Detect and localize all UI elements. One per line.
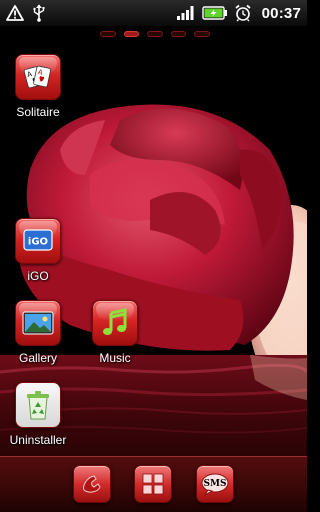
playing-cards-icon[interactable]: A A bbox=[15, 54, 61, 100]
music-note-icon[interactable] bbox=[92, 300, 138, 346]
app-grid-icon bbox=[142, 473, 164, 495]
app-gallery[interactable]: Gallery bbox=[3, 300, 73, 365]
app-label: iGO bbox=[27, 269, 49, 283]
app-music[interactable]: Music bbox=[80, 300, 150, 365]
phone-handset-icon bbox=[83, 475, 101, 493]
app-igo[interactable]: iGO iGO bbox=[3, 218, 73, 283]
app-uninstaller[interactable]: Uninstaller bbox=[3, 382, 73, 447]
page-dot[interactable] bbox=[194, 31, 210, 37]
picture-icon[interactable] bbox=[15, 300, 61, 346]
battery-charging-icon bbox=[201, 6, 227, 20]
usb-icon bbox=[33, 4, 45, 22]
app-label: Solitaire bbox=[16, 105, 60, 119]
page-indicator[interactable] bbox=[100, 31, 210, 41]
page-dot[interactable] bbox=[100, 31, 116, 37]
warning-icon bbox=[6, 5, 24, 21]
messaging-button[interactable]: SMS bbox=[196, 465, 234, 503]
sms-icon: SMS bbox=[201, 473, 229, 496]
page-dot[interactable] bbox=[170, 31, 187, 37]
dock: SMS bbox=[0, 456, 307, 512]
sms-label: SMS bbox=[204, 479, 227, 489]
page-dot[interactable] bbox=[147, 31, 163, 37]
app-label: Uninstaller bbox=[9, 433, 67, 447]
status-time: 00:37 bbox=[261, 4, 301, 22]
alarm-clock-icon bbox=[235, 4, 251, 22]
igo-navigation-icon[interactable]: iGO bbox=[15, 218, 61, 264]
page-dot-active[interactable] bbox=[123, 31, 140, 37]
app-solitaire[interactable]: A A Solitaire bbox=[3, 54, 73, 119]
igo-badge-text: iGO bbox=[28, 237, 48, 248]
phone-button[interactable] bbox=[73, 465, 111, 503]
app-drawer-button[interactable] bbox=[134, 465, 172, 503]
status-bar: 00:37 bbox=[0, 0, 307, 26]
signal-icon bbox=[176, 6, 194, 20]
recycle-bin-icon[interactable] bbox=[15, 382, 61, 428]
app-label: Music bbox=[99, 351, 131, 365]
app-label: Gallery bbox=[18, 351, 57, 365]
